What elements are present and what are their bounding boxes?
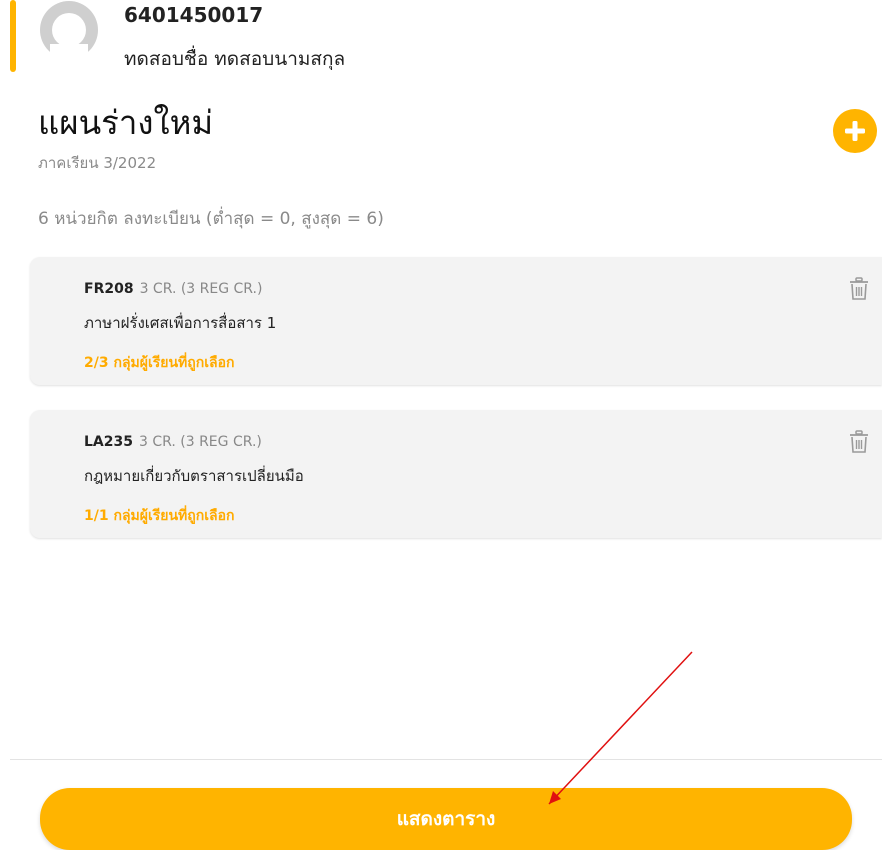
course-credits: 3 CR. (3 REG CR.) bbox=[139, 281, 263, 297]
course-groups-selected[interactable]: 1/1 กลุ่มผู้เรียนที่ถูกเลือก bbox=[84, 505, 234, 527]
course-code: FR208 bbox=[84, 281, 134, 297]
course-header: FR208 3 CR. (3 REG CR.) bbox=[84, 281, 262, 297]
plus-icon bbox=[845, 121, 865, 141]
add-course-button[interactable] bbox=[833, 109, 877, 153]
course-header: LA235 3 CR. (3 REG CR.) bbox=[84, 434, 262, 450]
trash-icon[interactable] bbox=[848, 430, 870, 454]
show-schedule-label: แสดงตาราง bbox=[396, 808, 496, 830]
course-groups-selected[interactable]: 2/3 กลุ่มผู้เรียนที่ถูกเลือก bbox=[84, 352, 234, 374]
avatar-placeholder-icon bbox=[40, 1, 98, 68]
student-name: ทดสอบชื่อ ทดสอบนามสกุล bbox=[124, 48, 346, 70]
profile-accent-bar bbox=[10, 0, 16, 72]
page-title: แผนร่างใหม่ bbox=[38, 103, 214, 142]
course-card[interactable]: FR208 3 CR. (3 REG CR.) ภาษาฝรั่งเศสเพื่อ… bbox=[30, 257, 882, 385]
show-schedule-button[interactable]: แสดงตาราง bbox=[40, 788, 852, 850]
course-credits: 3 CR. (3 REG CR.) bbox=[138, 434, 262, 450]
course-code: LA235 bbox=[84, 434, 133, 450]
semester-label: ภาคเรียน 3/2022 bbox=[38, 154, 157, 172]
trash-icon[interactable] bbox=[848, 277, 870, 301]
student-id: 6401450017 bbox=[124, 3, 264, 27]
avatar bbox=[38, 0, 100, 68]
course-name: ภาษาฝรั่งเศสเพื่อการสื่อสาร 1 bbox=[84, 314, 277, 332]
footer-divider bbox=[10, 759, 882, 760]
credit-summary: 6 หน่วยกิต ลงทะเบียน (ต่ำสุด = 0, สูงสุด… bbox=[38, 209, 384, 229]
course-card[interactable]: LA235 3 CR. (3 REG CR.) กฎหมายเกี่ยวกับตร… bbox=[30, 410, 882, 538]
course-name: กฎหมายเกี่ยวกับตราสารเปลี่ยนมือ bbox=[84, 467, 304, 485]
